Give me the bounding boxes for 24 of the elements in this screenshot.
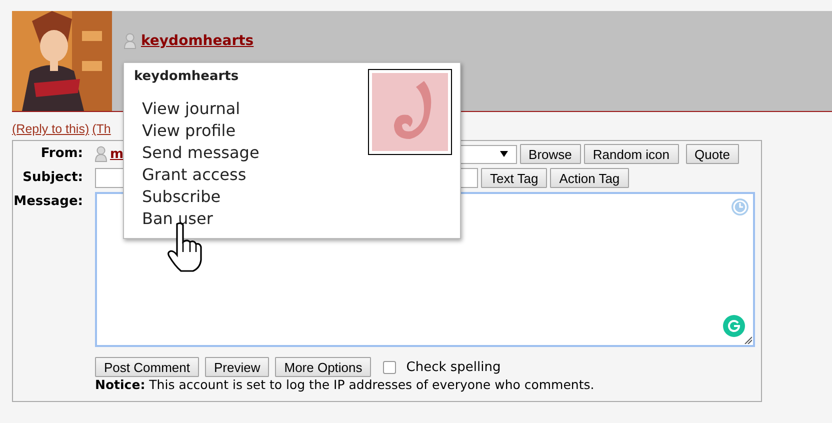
menu-item[interactable]: Grant access	[134, 164, 260, 186]
form-button[interactable]: Browse	[520, 144, 581, 164]
menu-item[interactable]: Ban user	[134, 208, 260, 230]
menu-item[interactable]: Send message	[134, 142, 260, 164]
checkbox-label: Check spelling	[406, 360, 501, 374]
form-button[interactable]: More Options	[275, 357, 372, 377]
tag-button[interactable]: Text Tag	[481, 168, 548, 188]
notice-text: Notice: This account is set to log the IP addresses of everyone who comments.	[95, 377, 596, 392]
field-label: Message:	[14, 193, 83, 211]
tag-button[interactable]: Action Tag	[550, 168, 629, 188]
username-link[interactable]: m	[110, 146, 124, 162]
form-button[interactable]: Post Comment	[95, 357, 199, 377]
form-button[interactable]: Preview	[204, 357, 270, 377]
action-link[interactable]: (Reply to this)	[12, 122, 90, 140]
form-button[interactable]: Random icon	[584, 144, 679, 164]
field-label: From:	[40, 145, 83, 163]
menu-item[interactable]: View profile	[134, 120, 260, 142]
username-link[interactable]: keydomhearts	[141, 33, 254, 49]
action-link[interactable]: (Th	[92, 122, 111, 140]
menu-item[interactable]: View journal	[134, 98, 260, 120]
form-button[interactable]: Quote	[686, 144, 739, 164]
menu-item[interactable]: Subscribe	[134, 186, 260, 208]
popup-title: keydomhearts	[134, 69, 240, 84]
field-label: Subject:	[22, 169, 83, 187]
